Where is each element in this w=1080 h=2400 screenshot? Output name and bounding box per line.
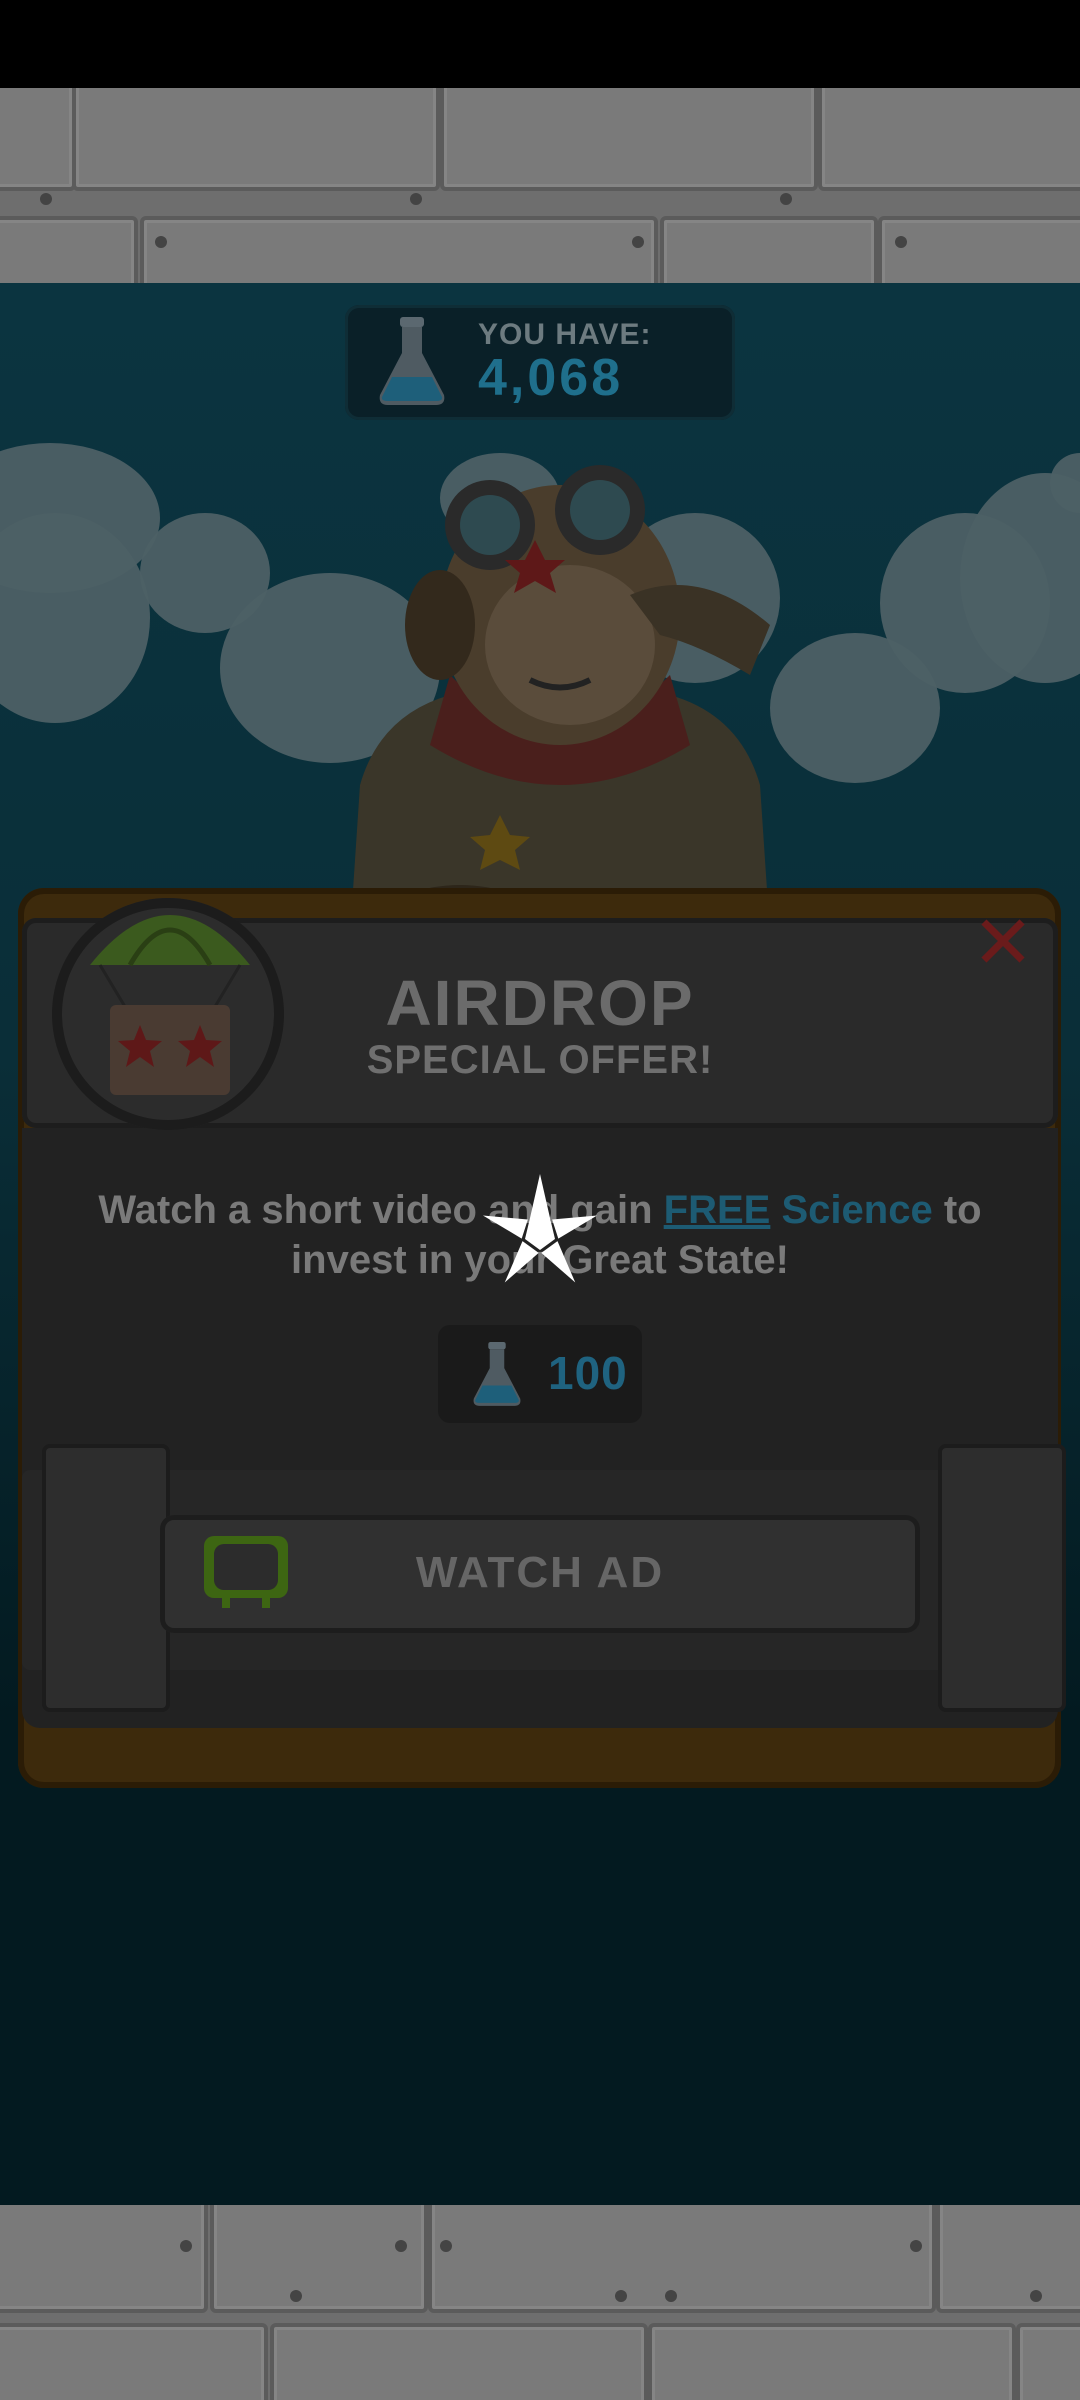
modal-title: AIRDROP [385, 967, 695, 1039]
close-icon: ✕ [972, 900, 1035, 986]
frame-post-right [938, 1444, 1066, 1712]
science-text: Science [781, 1188, 933, 1232]
counter-label: YOU HAVE: [478, 318, 652, 351]
stone-wall-top [0, 88, 1080, 283]
close-button[interactable]: ✕ [972, 906, 1034, 980]
frame-post-left [42, 1444, 170, 1712]
star-spinner-icon [482, 1174, 598, 1283]
free-text: FREE [663, 1188, 771, 1232]
pilot-character [350, 465, 770, 935]
watch-ad-label: WATCH AD [415, 1548, 665, 1597]
status-bar [0, 0, 1080, 88]
flask-icon [379, 317, 445, 405]
modal-subtitle: SPECIAL OFFER! [366, 1038, 714, 1082]
flask-icon [473, 1342, 521, 1406]
stone-wall-bottom [0, 2205, 1080, 2400]
counter-value: 4,068 [478, 349, 624, 407]
reward-value: 100 [548, 1347, 628, 1399]
